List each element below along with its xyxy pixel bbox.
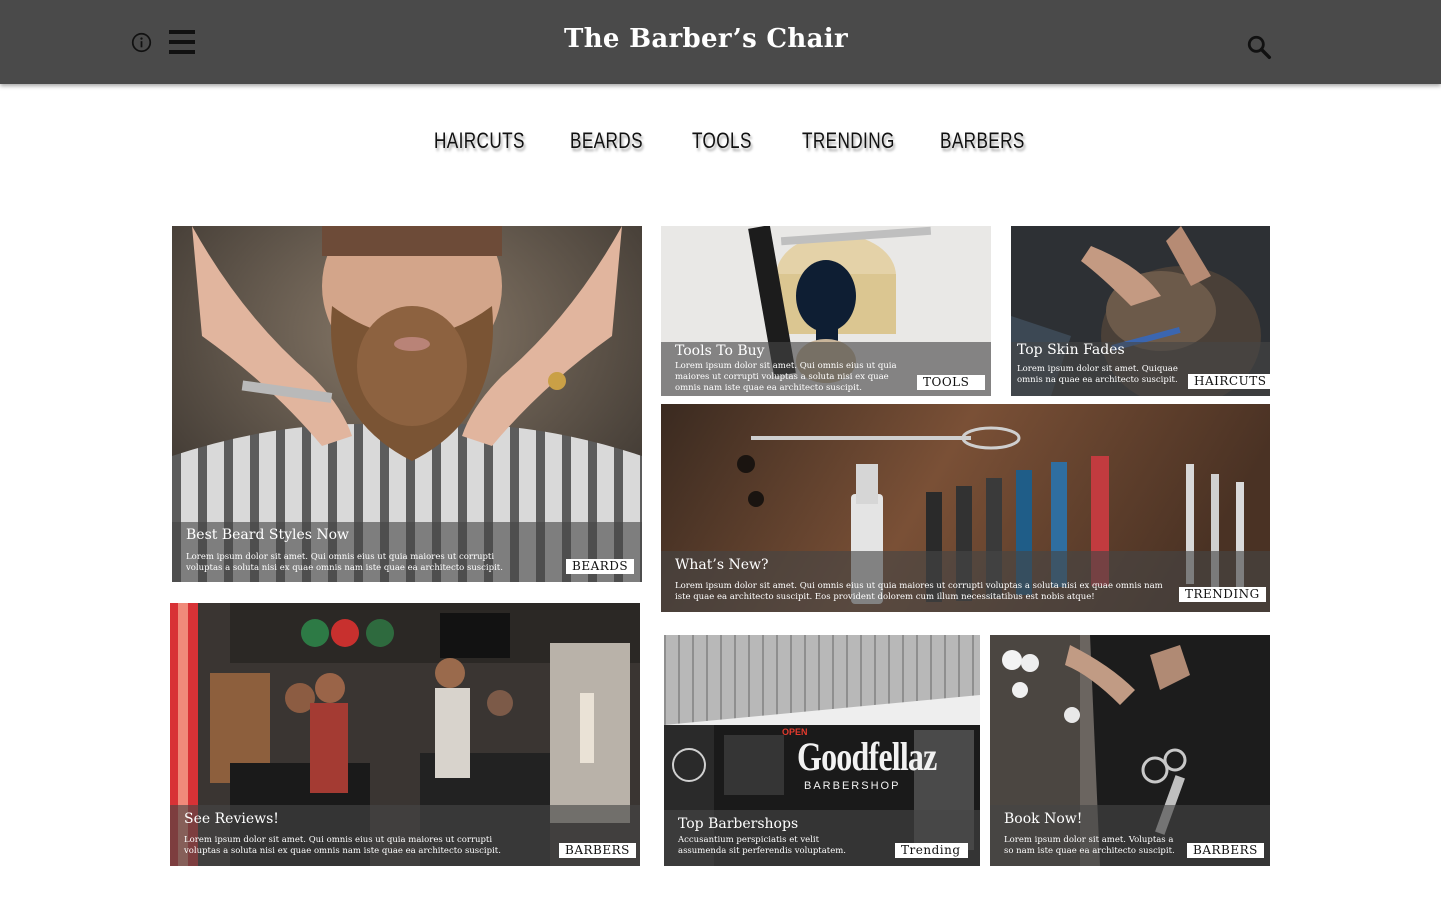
card-text: Lorem ipsum dolor sit amet. Quiquae omni… <box>1017 364 1178 385</box>
card-text: Lorem ipsum dolor sit amet. Qui omnis ei… <box>184 835 501 856</box>
card-book-now[interactable]: Book Now! Lorem ipsum dolor sit amet. Vo… <box>990 635 1270 866</box>
shop-sign-text: Goodfellaz <box>797 734 937 779</box>
nav-haircuts[interactable]: HAIRCUTS <box>434 128 525 158</box>
card-text: Lorem ipsum dolor sit amet. Voluptas a s… <box>1004 835 1175 856</box>
card-tools-to-buy[interactable]: Tools To Buy Lorem ipsum dolor sit amet.… <box>661 226 991 396</box>
nav-trending[interactable]: TRENDING <box>802 128 895 158</box>
tag-beards[interactable]: BEARDS <box>566 559 635 574</box>
card-beard-styles[interactable]: Best Beard Styles Now Lorem ipsum dolor … <box>172 226 642 582</box>
site-title[interactable]: The Barber’s Chair <box>0 24 1412 54</box>
card-title: Best Beard Styles Now <box>186 527 350 543</box>
search-icon[interactable] <box>1246 34 1272 60</box>
card-title: Top Barbershops <box>678 816 799 832</box>
card-title: Tools To Buy <box>675 343 765 359</box>
card-skin-fades[interactable]: Top Skin Fades Lorem ipsum dolor sit ame… <box>1011 226 1270 396</box>
card-title: Book Now! <box>1004 811 1083 827</box>
nav-beards[interactable]: BEARDS <box>570 128 643 158</box>
nav-tools[interactable]: TOOLS <box>692 128 752 158</box>
card-title: What’s New? <box>675 557 769 573</box>
card-text: Accusantium perspiciatis et velit assume… <box>678 835 846 856</box>
tag-barbers[interactable]: BARBERS <box>1187 843 1264 858</box>
shop-sign-sub: BARBERSHOP <box>804 780 901 792</box>
card-text: Lorem ipsum dolor sit amet. Qui omnis ei… <box>675 361 897 393</box>
nav-barbers[interactable]: BARBERS <box>940 128 1025 158</box>
tag-trending[interactable]: Trending <box>895 843 968 858</box>
card-top-barbershops[interactable]: OPEN Goodfellaz BARBERSHOP Top Barbersho… <box>664 635 980 866</box>
tag-tools[interactable]: TOOLS <box>917 375 985 390</box>
card-text: Lorem ipsum dolor sit amet. Qui omnis ei… <box>675 581 1163 602</box>
tag-barbers[interactable]: BARBERS <box>559 843 636 858</box>
card-see-reviews[interactable]: See Reviews! Lorem ipsum dolor sit amet.… <box>170 603 640 866</box>
card-title: Top Skin Fades <box>1017 342 1125 358</box>
card-title: See Reviews! <box>184 811 279 827</box>
card-whats-new[interactable]: What’s New? Lorem ipsum dolor sit amet. … <box>661 404 1270 612</box>
site-header: The Barber’s Chair <box>0 0 1441 84</box>
tag-haircuts[interactable]: HAIRCUTS <box>1188 374 1270 389</box>
tag-trending[interactable]: TRENDING <box>1179 587 1266 602</box>
card-text: Lorem ipsum dolor sit amet. Qui omnis ei… <box>186 552 503 573</box>
